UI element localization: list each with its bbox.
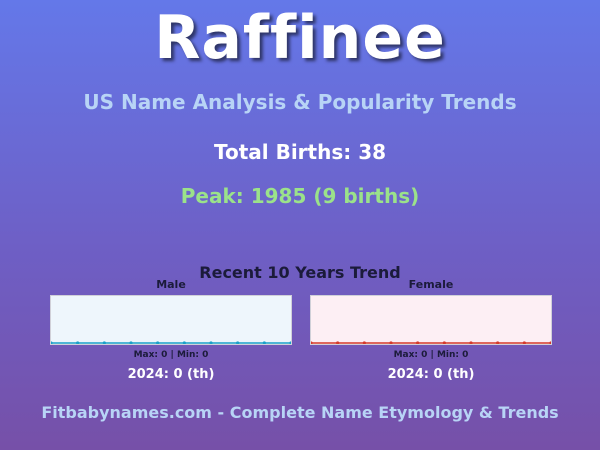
- female-label: Female: [408, 278, 454, 291]
- name-title: Raffinee: [154, 3, 446, 73]
- female-trend-point: [442, 341, 446, 344]
- male-trend-point: [262, 341, 266, 344]
- male-trend-point: [156, 341, 160, 344]
- male-trend-point: [182, 341, 186, 344]
- female-trend-point: [469, 341, 473, 344]
- female-trend-point: [496, 341, 500, 344]
- male-trend-point: [102, 341, 106, 344]
- female-chart-svg: [311, 341, 551, 344]
- male-trend-point: [236, 341, 240, 344]
- male-trend-point: [209, 341, 213, 344]
- female-trend-point: [389, 341, 393, 344]
- male-label: Male: [156, 278, 186, 291]
- female-trend-point: [549, 341, 551, 344]
- total-births: Total Births: 38: [213, 140, 387, 164]
- female-trend-point: [362, 341, 366, 344]
- male-stats: Max: 0 | Min: 0: [133, 350, 209, 360]
- female-stats: Max: 0 | Min: 0: [393, 350, 469, 360]
- name-card: Raffinee US Name Analysis & Popularity T…: [0, 0, 600, 450]
- male-year-rank: 2024: 0 (th): [127, 367, 215, 382]
- page-subtitle: US Name Analysis & Popularity Trends: [83, 90, 517, 114]
- female-trend-point: [416, 341, 420, 344]
- male-trend-panel: Male Max: 0 | Min: 0 2024: 0 (th): [50, 278, 292, 388]
- male-chart-svg: [51, 341, 291, 344]
- female-trend-point: [311, 341, 313, 344]
- footer-credit: Fitbabynames.com - Complete Name Etymolo…: [41, 403, 559, 422]
- male-trend-point: [289, 341, 291, 344]
- female-year-rank: 2024: 0 (th): [387, 367, 475, 382]
- female-trend-point: [336, 341, 340, 344]
- female-trend-panel: Female Max: 0 | Min: 0 2024: 0 (th): [310, 278, 552, 388]
- male-chart: [50, 295, 292, 345]
- male-trend-point: [129, 341, 133, 344]
- male-trend-point: [51, 341, 53, 344]
- peak-year: Peak: 1985 (9 births): [180, 184, 420, 208]
- male-trend-point: [76, 341, 80, 344]
- female-chart: [310, 295, 552, 345]
- female-trend-point: [522, 341, 526, 344]
